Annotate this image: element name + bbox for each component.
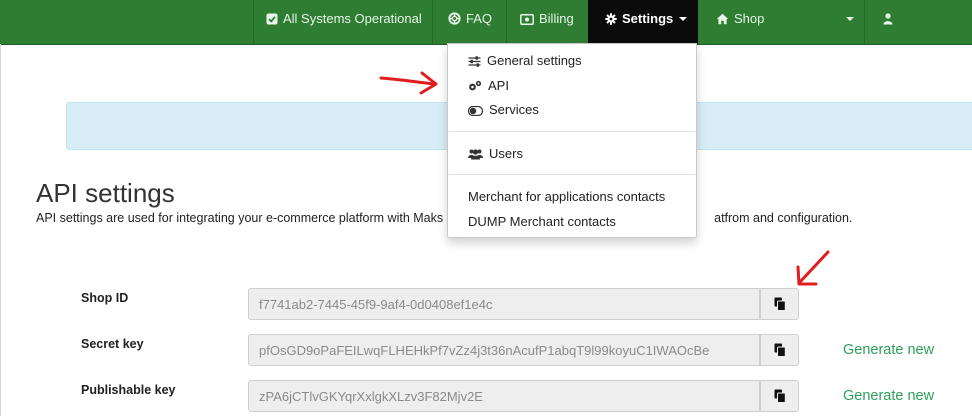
nav-divider — [253, 0, 254, 44]
caret-down-icon — [846, 17, 854, 21]
annotation-arrow-right — [379, 71, 438, 95]
page-description: API settings are used for integrating yo… — [36, 211, 852, 225]
copy-secret-key-button[interactable] — [760, 334, 799, 366]
menu-item-merchant-contacts[interactable]: Merchant for applications contacts — [468, 189, 665, 204]
gears-icon — [469, 80, 482, 91]
menu-item-label: API — [488, 78, 509, 93]
menu-item-services[interactable]: Services — [467, 102, 539, 117]
secret-key-field[interactable] — [248, 334, 760, 366]
nav-divider — [506, 0, 507, 44]
nav-billing[interactable]: Billing — [520, 0, 574, 44]
gear-icon — [605, 13, 617, 25]
menu-item-general-settings[interactable]: General settings — [468, 53, 582, 68]
money-bill-icon — [520, 14, 534, 25]
settings-dropdown-menu: General settings API Services Users Merc… — [447, 43, 697, 238]
copy-icon — [774, 343, 786, 357]
annotation-arrow-down-left — [796, 250, 830, 286]
toggle-icon — [467, 105, 484, 117]
life-ring-icon — [448, 12, 461, 25]
menu-divider — [449, 131, 695, 132]
system-status-link[interactable]: All Systems Operational — [266, 0, 422, 44]
menu-item-users[interactable]: Users — [468, 146, 523, 161]
page-title: API settings — [36, 178, 175, 208]
copy-shop-id-button[interactable] — [760, 288, 799, 320]
shop-id-field[interactable] — [248, 288, 760, 320]
user-icon — [883, 13, 893, 25]
publishable-key-field[interactable] — [248, 380, 760, 412]
page-description-end: atfrom and configuration. — [714, 211, 853, 225]
generate-secret-key-link[interactable]: Generate new — [843, 342, 934, 358]
sliders-icon — [468, 56, 481, 67]
secret-key-label: Secret key — [81, 337, 144, 351]
users-icon — [468, 149, 483, 160]
system-status-label: All Systems Operational — [283, 11, 422, 26]
menu-item-dump-merchant-contacts[interactable]: DUMP Merchant contacts — [468, 214, 616, 229]
menu-item-api[interactable]: API — [468, 78, 509, 93]
copy-publishable-key-button[interactable] — [760, 380, 799, 412]
check-square-icon — [266, 13, 278, 25]
nav-billing-label: Billing — [539, 11, 574, 26]
copy-icon — [774, 297, 786, 311]
generate-publishable-key-link[interactable]: Generate new — [843, 388, 934, 404]
menu-item-label: DUMP Merchant contacts — [468, 214, 616, 229]
home-icon — [716, 13, 729, 25]
menu-item-label: General settings — [487, 53, 582, 68]
nav-settings-label: Settings — [622, 11, 674, 26]
user-menu[interactable] — [883, 0, 898, 44]
menu-divider — [449, 174, 695, 175]
nav-shop-label: Shop — [734, 11, 765, 26]
nav-settings[interactable]: Settings — [588, 0, 698, 44]
top-navbar: All Systems Operational FAQ Billing Sett… — [0, 0, 972, 45]
page-description-start: API settings are used for integrating yo… — [36, 211, 444, 225]
nav-shop[interactable]: Shop — [716, 0, 764, 44]
shop-select-caret[interactable] — [840, 0, 854, 44]
shop-id-label: Shop ID — [81, 291, 129, 305]
nav-divider — [432, 0, 433, 44]
menu-item-label: Users — [489, 146, 523, 161]
nav-faq-label: FAQ — [466, 11, 493, 26]
menu-item-label: Services — [489, 102, 539, 117]
menu-item-label: Merchant for applications contacts — [468, 189, 666, 204]
publishable-key-label: Publishable key — [81, 383, 176, 397]
nav-divider — [864, 0, 865, 44]
nav-faq[interactable]: FAQ — [448, 0, 492, 44]
caret-down-icon — [679, 17, 688, 21]
copy-icon — [774, 389, 786, 403]
